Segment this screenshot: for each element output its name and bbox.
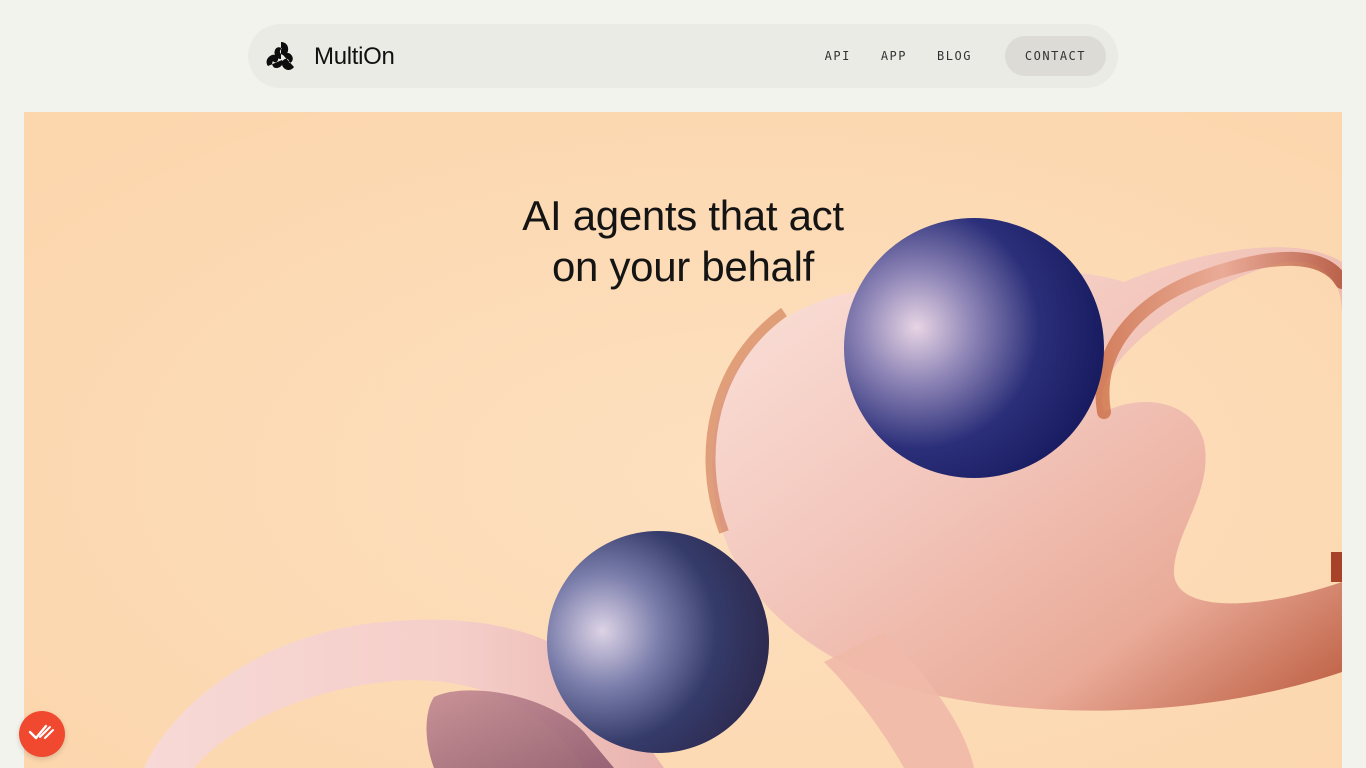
page: MultiOn API APP BLOG CONTACT AI agents t… <box>0 0 1366 768</box>
hero-title-line-2: on your behalf <box>552 243 814 290</box>
contact-button[interactable]: CONTACT <box>1004 36 1106 76</box>
hero-title: AI agents that act on your behalf <box>24 190 1342 292</box>
floating-badge-button[interactable] <box>19 711 65 757</box>
nav-link-app[interactable]: APP <box>866 36 922 76</box>
brand-home-link[interactable]: MultiOn <box>264 40 395 74</box>
multion-logo-icon <box>264 40 298 74</box>
top-navbar: MultiOn API APP BLOG CONTACT <box>248 24 1118 88</box>
brand-name: MultiOn <box>314 43 395 70</box>
hero-title-line-1: AI agents that act <box>522 192 844 239</box>
hero-section: AI agents that act on your behalf <box>24 112 1342 768</box>
primary-nav: API APP BLOG CONTACT <box>810 36 1106 76</box>
nav-link-api[interactable]: API <box>810 36 866 76</box>
nav-link-blog[interactable]: BLOG <box>922 36 987 76</box>
double-check-icon <box>28 722 56 747</box>
